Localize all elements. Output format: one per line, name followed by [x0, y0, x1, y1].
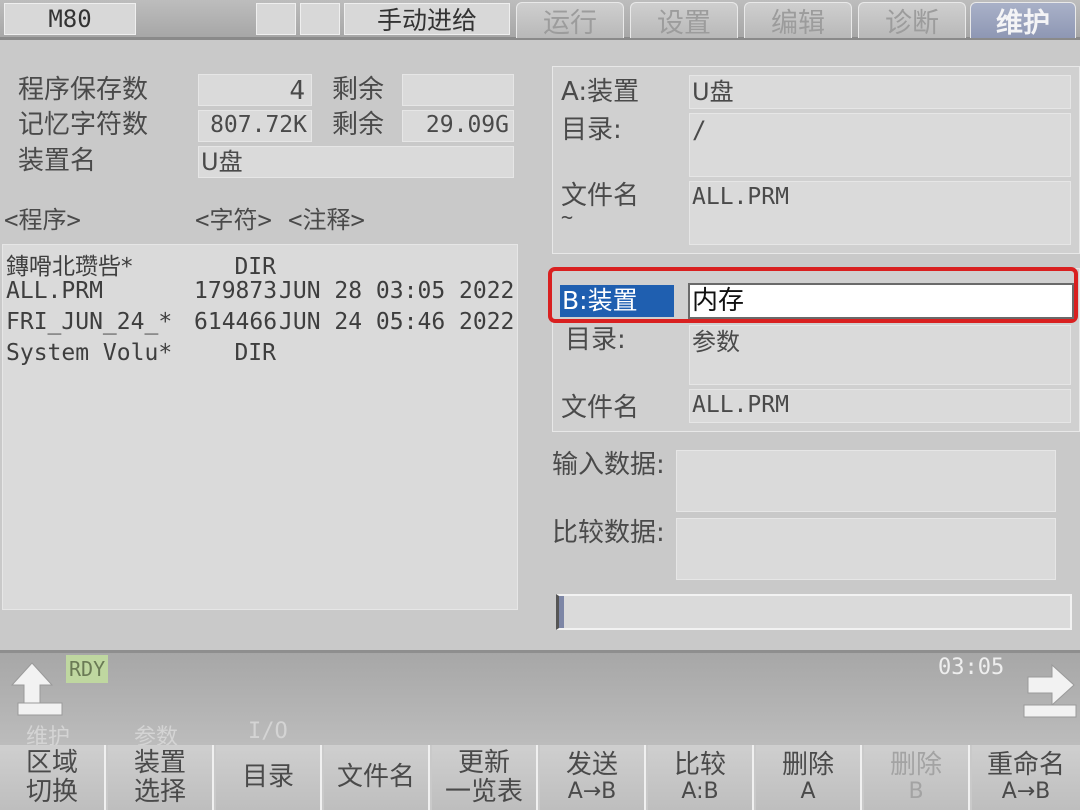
fkey-label: 比较 [673, 750, 726, 781]
fkey-sublabel: 一览表 [444, 776, 523, 807]
file-row-3[interactable]: System Volu* DIR [6, 340, 276, 366]
menu-up-icon[interactable] [4, 659, 64, 719]
remain-label-1: 剩余 [332, 75, 385, 105]
fkey-compare[interactable]: 比较 A:B [648, 745, 754, 810]
fkey-sublabel: A [800, 778, 816, 804]
input-data-field[interactable] [676, 450, 1056, 512]
fkey-area-switch[interactable]: 区域 切换 [0, 745, 106, 810]
mode-label: 手动进给 [344, 3, 510, 35]
fkey-delete-b[interactable]: 删除 B [864, 745, 970, 810]
fkey-rename[interactable]: 重命名 A→B [972, 745, 1080, 810]
device-b-selection-frame: B:装置 内存 [548, 267, 1078, 323]
menu-next-icon[interactable] [1016, 659, 1078, 719]
file-name: System Volu* [6, 340, 173, 366]
compare-data-field[interactable] [676, 518, 1056, 580]
file-size: 179873 [194, 278, 278, 304]
device-a-panel: A:装置 U盘 目录: / 文件名 ~ ALL.PRM [552, 66, 1080, 254]
device-a-label: A:装置 [561, 77, 640, 107]
fkey-sublabel: A→B [567, 778, 617, 804]
fkey-sublabel: 选择 [133, 776, 186, 807]
column-comment: <注释> [288, 206, 365, 234]
top-bar: M80 手动进给 运行 设置 编辑 诊断 维护 [0, 0, 1080, 40]
tilde-mark: ~ [561, 205, 574, 229]
fkey-label: 发送 [565, 750, 618, 781]
file-date: JUN 24 05:46 2022 [279, 309, 515, 335]
fkey-label: 目录 [241, 762, 294, 793]
fkey-label: 区域 [25, 747, 78, 778]
file-a-value[interactable]: ALL.PRM [689, 181, 1071, 245]
fkey-label: 更新 [457, 747, 510, 778]
file-row-2[interactable]: FRI_JUN_24_* 614466JUN 24 05:46 2022 [6, 309, 514, 335]
status-slot-1 [256, 3, 296, 35]
device-name-label: 装置名 [18, 146, 97, 176]
fkey-directory[interactable]: 目录 [216, 745, 322, 810]
program-count-label: 程序保存数 [18, 75, 149, 105]
tab-run[interactable]: 运行 [516, 2, 624, 39]
fkey-sublabel: A→B [1001, 778, 1051, 804]
fkey-label: 删除 [889, 750, 942, 781]
tab-setup[interactable]: 设置 [630, 2, 738, 39]
fkey-sublabel: B [908, 778, 924, 804]
file-row-1[interactable]: ALL.PRM 179873JUN 28 03:05 2022 [6, 278, 514, 304]
memory-chars-value: 807.72K [198, 110, 312, 142]
fkey-label: 文件名 [336, 762, 415, 793]
memory-chars-label: 记忆字符数 [18, 110, 149, 140]
transfer-progress-bar [556, 594, 1072, 630]
fkey-device-select[interactable]: 装置 选择 [108, 745, 214, 810]
file-name: 鏄嗗北瓒呰* [6, 254, 133, 280]
file-date: JUN 28 03:05 2022 [279, 278, 515, 304]
fkey-send[interactable]: 发送 A→B [540, 745, 646, 810]
fkey-label: 重命名 [986, 750, 1065, 781]
input-data-label: 输入数据: [552, 450, 665, 480]
file-row-0[interactable]: 鏄嗗北瓒呰* DIR [6, 247, 276, 281]
dir-b-value[interactable]: 参数 [689, 325, 1071, 385]
tab-maintenance[interactable]: 维护 [970, 2, 1076, 39]
file-b-label: 文件名 [561, 393, 640, 423]
column-program: <程序> [4, 206, 81, 234]
status-slot-2 [300, 3, 340, 35]
remain-label-2: 剩余 [332, 110, 385, 140]
file-list[interactable]: 鏄嗗北瓒呰* DIR ALL.PRM 179873JUN 28 03:05 2022… [2, 244, 518, 610]
file-size: DIR [234, 340, 276, 366]
device-b-input[interactable]: 内存 [688, 283, 1074, 319]
column-chars: <字符> [195, 206, 272, 234]
device-name-value: U盘 [198, 146, 514, 178]
fkey-label: 删除 [781, 750, 834, 781]
file-list-panel: 程序保存数 4 剩余 记忆字符数 807.72K 剩余 29.09G 装置名 U… [0, 44, 540, 644]
file-name: FRI_JUN_24_* [6, 309, 173, 335]
fkey-filename[interactable]: 文件名 [324, 745, 430, 810]
remain-value-1 [402, 74, 514, 106]
clock-time: 03:05 [938, 655, 1005, 680]
menu-path-3: I/O [248, 719, 288, 744]
progress-fill [559, 596, 565, 628]
ready-indicator: RDY [66, 655, 109, 683]
device-b-label: B:装置 [560, 285, 674, 317]
status-bar: RDY 03:05 维护 参数 I/O [0, 650, 1080, 750]
tab-edit[interactable]: 编辑 [744, 2, 852, 39]
dir-a-label: 目录: [561, 115, 622, 145]
device-a-value[interactable]: U盘 [689, 75, 1071, 109]
program-count-value: 4 [198, 74, 312, 106]
fkey-delete-a[interactable]: 删除 A [756, 745, 862, 810]
fkey-label: 装置 [133, 747, 186, 778]
model-label: M80 [4, 3, 136, 35]
tab-diagnosis[interactable]: 诊断 [858, 2, 966, 39]
fkey-sublabel: A:B [681, 778, 719, 804]
compare-data-label: 比较数据: [552, 518, 665, 548]
fkey-sublabel: 切换 [25, 776, 78, 807]
file-name: ALL.PRM [6, 278, 103, 304]
file-size: DIR [234, 254, 276, 280]
dir-a-value[interactable]: / [689, 113, 1071, 177]
file-b-value[interactable]: ALL.PRM [689, 389, 1071, 423]
file-size: 614466 [194, 309, 278, 335]
remain-value-2: 29.09G [402, 110, 514, 142]
dir-b-label: 目录: [565, 325, 626, 355]
fkey-refresh-list[interactable]: 更新 一览表 [432, 745, 538, 810]
